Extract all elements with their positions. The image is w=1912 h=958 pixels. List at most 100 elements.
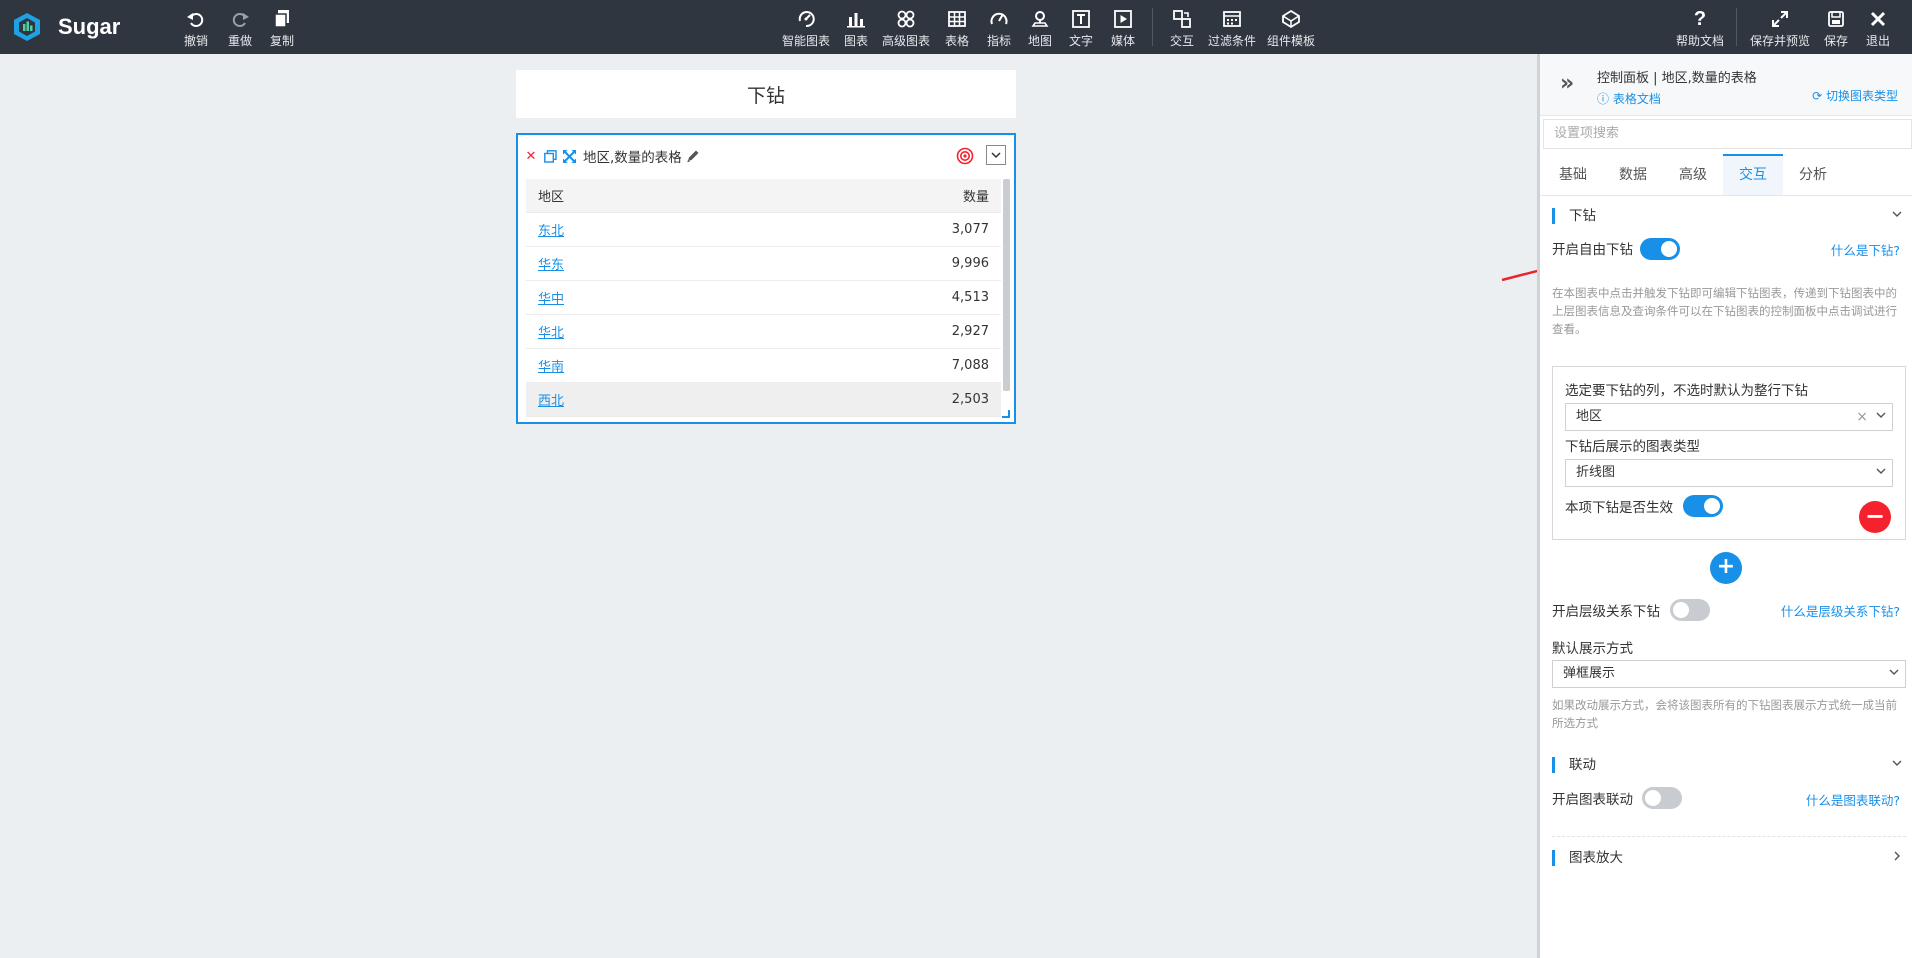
display-mode-select[interactable]: 弹框展示 (1552, 660, 1906, 688)
add-drill-button[interactable]: + (1710, 552, 1742, 584)
what-is-hierarchy-link[interactable]: 什么是层级关系下钻? (1781, 601, 1900, 620)
template-label: 组件模板 (1267, 34, 1316, 48)
table-icon (946, 8, 968, 30)
app-name: Sugar (58, 14, 121, 39)
chevron-down-icon[interactable] (1892, 757, 1902, 767)
section-title-drilldown[interactable]: 下钻 (1552, 208, 1596, 224)
clear-icon[interactable]: × (1856, 404, 1868, 430)
table-docs-label: 表格文档 (1612, 92, 1661, 106)
redo-label: 重做 (228, 34, 253, 48)
help-label: 帮助文档 (1676, 34, 1725, 48)
what-is-drilldown-link[interactable]: 什么是下钻? (1831, 240, 1900, 259)
redo-button[interactable]: 重做 (228, 8, 252, 49)
duplicate-icon[interactable] (543, 149, 557, 163)
chevron-down-icon[interactable] (1892, 208, 1902, 218)
sugar-logo-icon (14, 13, 40, 41)
text-icon (1070, 8, 1092, 30)
save-preview-button[interactable]: 保存并预览 (1750, 8, 1810, 49)
toolbar-media[interactable]: 媒体 (1111, 8, 1135, 49)
fullscreen-icon[interactable] (562, 149, 576, 163)
filter-label: 过滤条件 (1208, 34, 1257, 48)
undo-icon (185, 8, 207, 30)
section-title-linkage[interactable]: 联动 (1552, 757, 1596, 773)
region-link[interactable]: 华北 (538, 326, 564, 341)
region-link[interactable]: 西北 (538, 394, 564, 409)
exit-button[interactable]: 退出 (1866, 8, 1890, 49)
text-label: 文字 (1069, 34, 1094, 48)
save-button[interactable]: 保存 (1824, 8, 1848, 49)
tab-advanced[interactable]: 高级 (1663, 154, 1723, 195)
resize-handle[interactable] (1002, 410, 1010, 418)
tab-basic[interactable]: 基础 (1543, 154, 1603, 195)
drilldown-description: 在本图表中点击并触发下钻即可编辑下钻图表，传递到下钻图表中的上层图表信息及查询条… (1552, 286, 1897, 336)
section-title-zoom[interactable]: 图表放大 (1552, 850, 1623, 866)
table-chart-card[interactable]: ✕ 地区,数量的表格 地区 数量 东北 3,077 华东 9,996 华中 4,… (516, 133, 1016, 424)
toolbar-filter[interactable]: 过滤条件 (1208, 8, 1256, 49)
help-docs-button[interactable]: ? 帮助文档 (1676, 8, 1724, 49)
drill-column-select[interactable]: 地区 × (1565, 403, 1893, 431)
table-row: 西北 2,503 (526, 383, 1001, 417)
display-mode-label: 默认展示方式 (1552, 641, 1633, 657)
dashboard-title-card[interactable]: 下钻 (516, 70, 1016, 118)
card-menu-dropdown[interactable] (986, 145, 1006, 165)
app-logo: Sugar (12, 10, 120, 44)
value-cell: 9,996 (951, 256, 989, 271)
tab-analysis[interactable]: 分析 (1783, 154, 1843, 195)
gauge-icon (988, 8, 1010, 30)
toolbar-text[interactable]: 文字 (1069, 8, 1093, 49)
settings-search-input[interactable]: 设置项搜索 (1543, 119, 1912, 149)
region-link[interactable]: 华东 (538, 258, 564, 273)
collapse-panel-icon[interactable]: » (1560, 72, 1584, 96)
switch-chart-type-link[interactable]: ⟳ 切换图表类型 (1812, 87, 1898, 104)
what-is-linkage-link[interactable]: 什么是图表联动? (1806, 790, 1900, 809)
tab-data[interactable]: 数据 (1603, 154, 1663, 195)
chevron-down-icon (1889, 661, 1899, 687)
table-row: 东北 3,077 (526, 213, 1001, 247)
exit-label: 退出 (1866, 34, 1891, 48)
toolbar-map[interactable]: 地图 (1028, 8, 1052, 49)
tab-interaction[interactable]: 交互 (1723, 154, 1783, 195)
hierarchy-drill-toggle[interactable] (1670, 599, 1710, 621)
table-docs-link[interactable]: ⓘ 表格文档 (1597, 90, 1661, 107)
remove-drill-button[interactable]: − (1859, 501, 1891, 533)
toolbar-template[interactable]: 组件模板 (1267, 8, 1315, 49)
save-preview-label: 保存并预览 (1750, 34, 1811, 48)
free-drill-toggle[interactable] (1640, 238, 1680, 260)
toolbar-table[interactable]: 表格 (945, 8, 969, 49)
toolbar-chart[interactable]: 图表 (844, 8, 868, 49)
bar-chart-icon (845, 8, 867, 30)
chevron-down-icon (1876, 404, 1886, 430)
target-icon[interactable] (956, 147, 974, 165)
chart-linkage-label: 开启图表联动 (1552, 792, 1633, 808)
chart-card-header: ✕ 地区,数量的表格 (524, 145, 1008, 167)
panel-tabs: 基础 数据 高级 交互 分析 (1540, 154, 1912, 196)
table-header-row: 地区 数量 (526, 179, 1001, 213)
region-link[interactable]: 东北 (538, 224, 564, 239)
region-link[interactable]: 华南 (538, 360, 564, 375)
drill-enabled-toggle[interactable] (1683, 495, 1723, 517)
toolbar-advanced-chart[interactable]: 高级图表 (882, 8, 930, 49)
table-scrollbar[interactable] (1003, 179, 1010, 391)
toolbar-interaction[interactable]: 交互 (1170, 8, 1194, 49)
copy-button[interactable]: 复制 (270, 8, 294, 49)
dashboard-title: 下钻 (746, 84, 785, 107)
drill-column-value: 地区 (1576, 409, 1603, 424)
free-drill-label: 开启自由下钻 (1552, 242, 1633, 258)
toolbar-smart-chart[interactable]: 智能图表 (782, 8, 830, 49)
advanced-chart-label: 高级图表 (882, 34, 931, 48)
select-column-label: 选定要下钻的列，不选时默认为整行下钻 (1565, 383, 1808, 399)
chevron-right-icon[interactable] (1892, 850, 1902, 861)
edit-pencil-icon[interactable] (686, 149, 700, 163)
delete-icon[interactable]: ✕ (524, 149, 538, 164)
toolbar-indicator[interactable]: 指标 (987, 8, 1011, 49)
panel-header: » 控制面板 | 地区,数量的表格 ⓘ 表格文档 ⟳ 切换图表类型 (1540, 54, 1912, 116)
value-cell: 4,513 (951, 290, 989, 305)
undo-button[interactable]: 撤销 (184, 8, 208, 49)
region-link[interactable]: 华中 (538, 292, 564, 307)
save-label: 保存 (1824, 34, 1849, 48)
drill-chart-type-select[interactable]: 折线图 (1565, 459, 1893, 487)
drill-config-box: 选定要下钻的列，不选时默认为整行下钻 地区 × 下钻后展示的图表类型 折线图 本… (1552, 366, 1906, 540)
chart-linkage-toggle[interactable] (1642, 787, 1682, 809)
column-header-region: 地区 (538, 190, 565, 205)
chart-title: 地区,数量的表格 (583, 150, 682, 166)
